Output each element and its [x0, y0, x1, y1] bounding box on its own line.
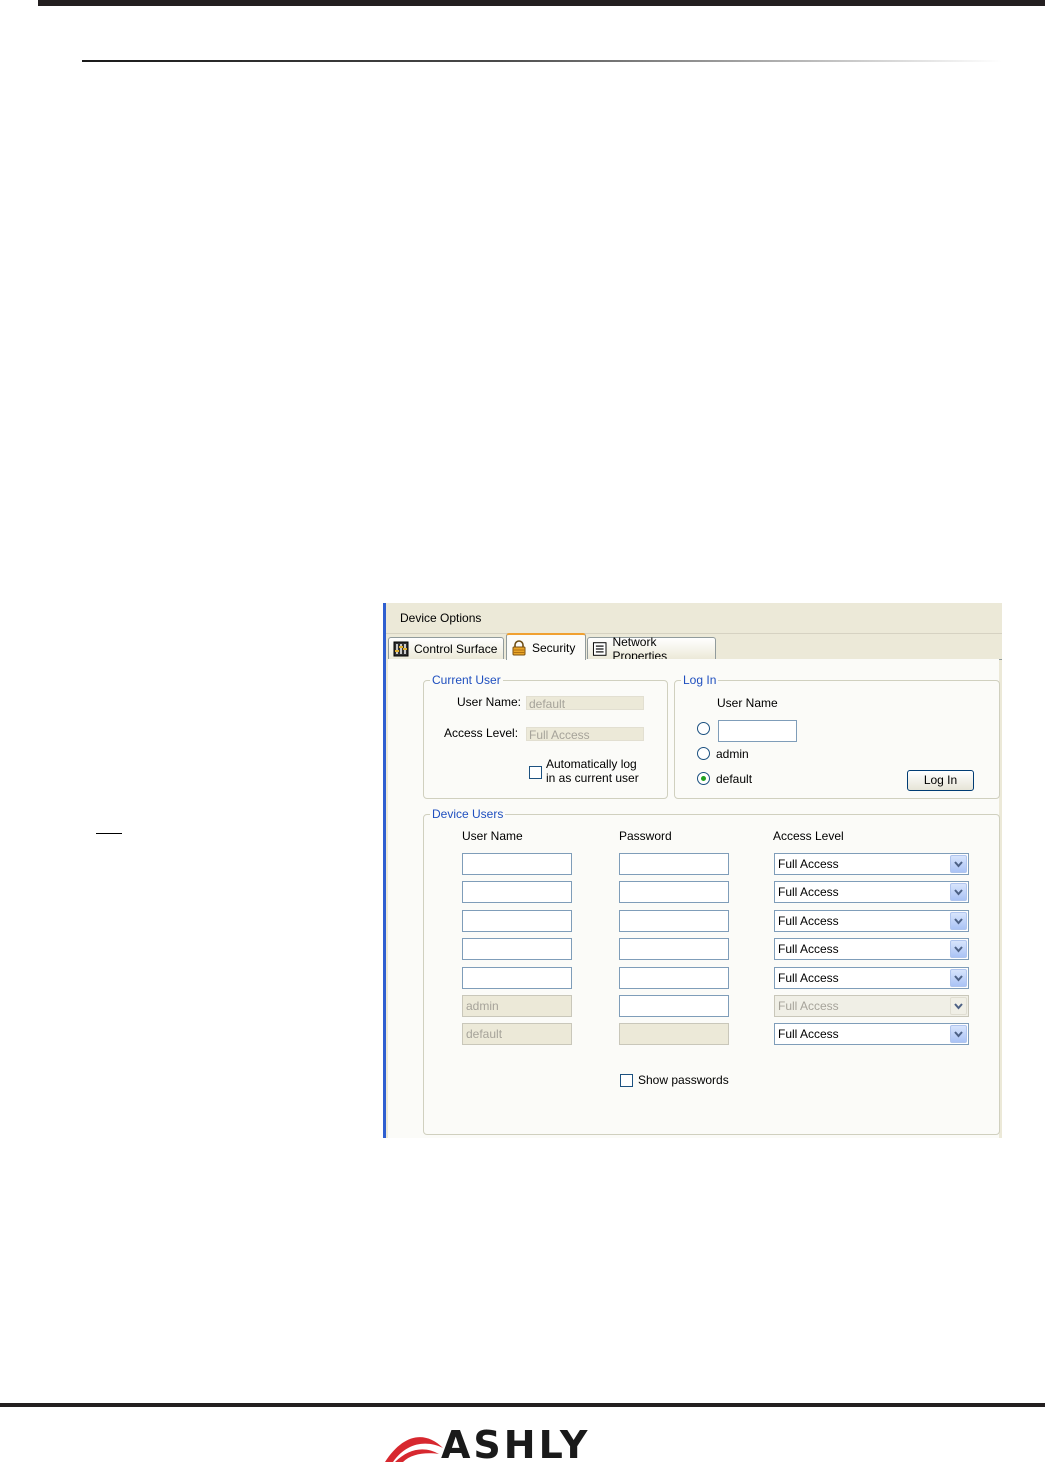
log-in-admin-radio[interactable]: [697, 747, 710, 760]
top-border: [38, 0, 1045, 6]
current-user-legend: Current User: [432, 673, 501, 687]
access-level-select-row-5[interactable]: Full Access: [774, 966, 969, 989]
show-passwords-label: Show passwords: [638, 1073, 729, 1087]
radio-selected-dot: [701, 776, 706, 781]
chevron-down-icon: [950, 997, 967, 1015]
ashly-logo: ASHLY: [385, 1423, 640, 1467]
log-in-admin-label: admin: [716, 747, 749, 761]
password-input-row-4[interactable]: [619, 938, 729, 961]
access-level-value: Full Access: [778, 857, 839, 871]
underline-mark: [96, 833, 122, 834]
log-in-default-radio[interactable]: [697, 772, 710, 785]
column-header-user-name: User Name: [462, 829, 523, 843]
chevron-down-icon[interactable]: [950, 855, 967, 873]
access-level-value: Full Access: [778, 942, 839, 957]
network-properties-icon: [592, 641, 607, 656]
log-in-custom-radio[interactable]: [697, 722, 710, 735]
access-level-select-row-3[interactable]: Full Access: [774, 909, 969, 932]
current-user-name-label: User Name:: [457, 695, 522, 709]
auto-login-label-line1: Automatically log: [546, 757, 637, 771]
tab-security[interactable]: Security: [506, 633, 586, 660]
user-name-input-row-5[interactable]: [462, 966, 572, 989]
access-level-select-row-4[interactable]: Full Access: [774, 938, 969, 961]
password-input-row-2[interactable]: [619, 881, 729, 904]
chevron-down-icon[interactable]: [950, 968, 967, 987]
device-options-dialog: Device Options Control Surface Security: [383, 603, 1002, 1138]
tab-strip: Control Surface Security Network Propert…: [388, 633, 1002, 663]
access-level-select-row-2[interactable]: Full Access: [774, 881, 969, 904]
title-bar: Device Options: [386, 603, 1002, 634]
device-users-legend: Device Users: [432, 807, 504, 821]
log-in-default-label: default: [716, 772, 753, 786]
auto-login-label-line2: in as current user: [546, 771, 639, 785]
chevron-down-icon[interactable]: [950, 940, 967, 959]
log-in-button[interactable]: Log In: [907, 770, 974, 791]
access-level-value: Full Access: [778, 913, 839, 928]
header-rule: [82, 60, 1002, 62]
tab-network-properties[interactable]: Network Properties: [587, 635, 716, 663]
password-input-row-3[interactable]: [619, 909, 729, 932]
chevron-down-icon[interactable]: [950, 1025, 967, 1044]
access-level-value: Full Access: [778, 999, 839, 1013]
password-input-row-1[interactable]: [619, 853, 729, 875]
access-level-select-row-6: Full Access: [774, 995, 969, 1017]
column-header-access-level: Access Level: [773, 829, 844, 843]
logo-text: ASHLY: [441, 1423, 591, 1467]
access-level-value: Full Access: [778, 1027, 839, 1042]
access-level-value: Full Access: [778, 885, 839, 900]
user-name-input-row-1[interactable]: [462, 853, 572, 875]
chevron-down-icon[interactable]: [950, 883, 967, 902]
tab-label: Control Surface: [414, 641, 498, 656]
current-user-name-field: default: [526, 696, 644, 711]
password-input-row-6[interactable]: [619, 995, 729, 1017]
password-input-row-7: [619, 1023, 729, 1046]
auto-login-checkbox[interactable]: [529, 766, 542, 779]
user-name-input-row-7: [462, 1023, 572, 1046]
security-tab-panel: Current User User Name: default Access L…: [388, 659, 1000, 1138]
user-name-input-row-3[interactable]: [462, 909, 572, 932]
user-name-input-row-6: [462, 995, 572, 1017]
ashly-swoosh-icon: [385, 1437, 443, 1462]
footer-rule: [0, 1403, 1045, 1407]
access-level-value: Full Access: [778, 970, 839, 985]
tab-label: Security: [532, 640, 576, 655]
user-name-input-row-2[interactable]: [462, 881, 572, 904]
current-access-level-field: Full Access: [526, 727, 644, 742]
log-in-user-name-input[interactable]: [718, 720, 797, 742]
padlock-icon: [512, 639, 526, 655]
access-level-select-row-1[interactable]: Full Access: [774, 853, 969, 875]
password-input-row-5[interactable]: [619, 966, 729, 989]
column-header-password: Password: [619, 829, 672, 843]
show-passwords-checkbox[interactable]: [620, 1074, 633, 1087]
log-in-user-name-header: User Name: [717, 696, 778, 710]
control-surface-icon: [393, 641, 409, 656]
access-level-select-row-7[interactable]: Full Access: [774, 1023, 969, 1046]
dialog-title: Device Options: [400, 611, 482, 625]
tab-control-surface[interactable]: Control Surface: [388, 637, 504, 659]
log-in-legend: Log In: [683, 673, 717, 687]
user-name-input-row-4[interactable]: [462, 938, 572, 961]
chevron-down-icon[interactable]: [950, 911, 967, 930]
current-access-level-label: Access Level:: [444, 726, 519, 740]
